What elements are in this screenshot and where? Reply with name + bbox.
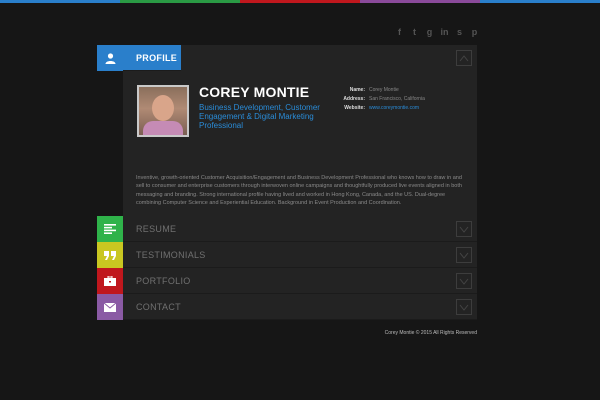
section-resume-label[interactable]: RESUME xyxy=(123,216,477,242)
photo-face xyxy=(152,95,174,121)
top-bar-segment-yellow xyxy=(480,0,600,3)
section-resume-header[interactable]: RESUME xyxy=(97,216,477,242)
profile-info: Name: Corey Montie Address: San Francisco,… xyxy=(343,86,425,113)
section-contact-header[interactable]: CONTACT xyxy=(97,294,477,320)
section-contact-label[interactable]: CONTACT xyxy=(123,294,477,320)
website-link[interactable]: www.coreymontie.com xyxy=(369,105,419,111)
top-bar-segment-purple xyxy=(360,0,480,3)
profile-tab[interactable] xyxy=(97,45,123,71)
envelope-icon xyxy=(104,302,116,312)
contact-tab[interactable] xyxy=(97,294,123,320)
profile-title: Business Development, Customer Engagemen… xyxy=(199,103,320,130)
profile-panel: COREY MONTIE Business Development, Custo… xyxy=(123,71,477,216)
top-bar-segment-green xyxy=(120,0,240,3)
info-key: Website: xyxy=(344,105,365,111)
testimonials-expand-button[interactable] xyxy=(456,247,472,263)
resume-tab[interactable] xyxy=(97,216,123,242)
chevron-down-icon xyxy=(459,252,469,259)
section-testimonials-header[interactable]: TESTIMONIALS xyxy=(97,242,477,268)
resume-expand-button[interactable] xyxy=(456,221,472,237)
portfolio-tab[interactable] xyxy=(97,268,123,294)
section-portfolio-label[interactable]: PORTFOLIO xyxy=(123,268,477,294)
footer-copyright: Corey Montie © 2015 All Rights Reserved xyxy=(384,330,477,336)
linkedin-icon[interactable]: in xyxy=(440,27,449,37)
profile-name: COREY MONTIE xyxy=(199,84,310,100)
info-row-address: Address: San Francisco, California xyxy=(343,95,425,104)
user-icon xyxy=(105,52,115,64)
chevron-down-icon xyxy=(459,278,469,285)
briefcase-icon xyxy=(104,276,116,286)
section-portfolio-header[interactable]: PORTFOLIO xyxy=(97,268,477,294)
contact-expand-button[interactable] xyxy=(456,299,472,315)
testimonials-tab[interactable] xyxy=(97,242,123,268)
top-color-bar xyxy=(0,0,600,3)
profile-photo xyxy=(137,85,189,137)
info-value: San Francisco, California xyxy=(369,96,425,102)
top-bar-segment-blue xyxy=(0,0,120,3)
profile-collapse-button[interactable] xyxy=(456,50,472,66)
pinterest-icon[interactable]: p xyxy=(470,27,479,37)
portfolio-expand-button[interactable] xyxy=(456,273,472,289)
top-bar-segment-red xyxy=(240,0,360,3)
photo-shirt xyxy=(143,121,183,135)
info-key: Address: xyxy=(343,96,365,102)
google-plus-icon[interactable]: g xyxy=(425,27,434,37)
info-row-website: Website: www.coreymontie.com xyxy=(343,104,425,113)
section-profile-fill xyxy=(181,45,477,71)
info-value: Corey Montie xyxy=(369,87,399,93)
info-row-name: Name: Corey Montie xyxy=(343,86,425,95)
profile-bio: Inventive, growth-oriented Customer Acqu… xyxy=(136,175,462,207)
section-testimonials-label[interactable]: TESTIMONIALS xyxy=(123,242,477,268)
chevron-down-icon xyxy=(459,304,469,311)
section-profile-label[interactable]: PROFILE xyxy=(123,45,181,71)
info-key: Name: xyxy=(349,87,365,93)
skype-icon[interactable]: s xyxy=(455,27,464,37)
social-links: f t g in s p xyxy=(395,27,479,37)
chevron-down-icon xyxy=(459,226,469,233)
facebook-icon[interactable]: f xyxy=(395,27,404,37)
twitter-icon[interactable]: t xyxy=(410,27,419,37)
section-profile-header[interactable]: PROFILE xyxy=(97,45,477,71)
lines-icon xyxy=(104,224,116,234)
chevron-up-icon xyxy=(459,55,469,62)
quote-icon xyxy=(104,250,116,260)
vcard: PROFILE COREY MONTIE Business Developmen… xyxy=(97,45,477,320)
